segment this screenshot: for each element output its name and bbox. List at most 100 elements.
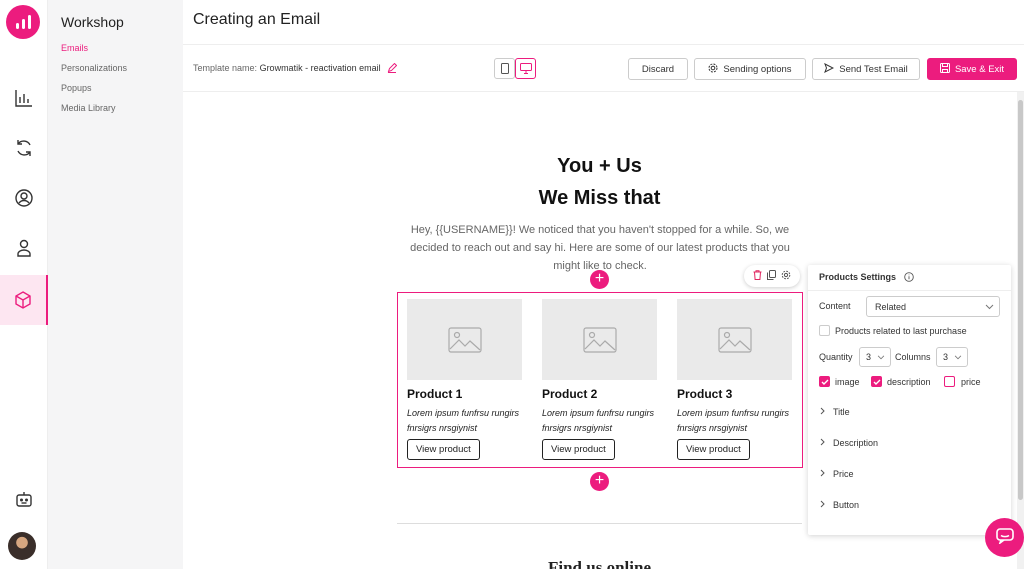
add-block-above-button[interactable]: + (590, 270, 609, 289)
save-icon (939, 62, 950, 76)
image-placeholder-icon (542, 299, 657, 380)
image-option-label: image (835, 377, 860, 387)
content-value: Related (875, 301, 907, 312)
content-select[interactable]: Related (866, 296, 1000, 317)
product-description: Lorem ipsum funfrsu rungirs fnrsigrs nrs… (677, 408, 790, 433)
info-icon[interactable] (903, 272, 914, 284)
duplicate-icon[interactable] (767, 269, 776, 283)
chat-icon (995, 528, 1014, 547)
product-description: Lorem ipsum funfrsu rungirs fnrsigrs nrs… (542, 408, 655, 433)
product-name: Product 2 (542, 387, 598, 401)
columns-select[interactable]: 3 (936, 347, 968, 367)
quantity-value: 3 (866, 352, 872, 362)
sidebar-item-popups[interactable]: Popups (61, 83, 92, 93)
sidebar-item-emails[interactable]: Emails (61, 43, 88, 53)
price-option-label: price (961, 377, 981, 387)
image-placeholder-icon (407, 299, 522, 380)
cube-icon[interactable] (0, 275, 48, 325)
chevron-down-icon (877, 352, 885, 362)
divider (808, 290, 1011, 291)
content-label: Content (819, 301, 851, 311)
price-checkbox[interactable] (944, 376, 955, 387)
columns-label: Columns (895, 352, 931, 362)
footer-heading[interactable]: Find us online (397, 558, 802, 569)
panel-title-text: Products Settings (819, 272, 897, 282)
send-icon (824, 62, 835, 76)
send-test-label: Send Test Email (839, 63, 908, 75)
page-title: Creating an Email (193, 11, 321, 28)
chevron-down-icon (954, 352, 962, 362)
accordion-button[interactable]: Button (820, 500, 859, 510)
description-option-label: description (887, 377, 931, 387)
product-card[interactable]: Product 2 Lorem ipsum funfrsu rungirs fn… (542, 299, 657, 460)
chevron-right-icon (820, 438, 825, 448)
product-name: Product 1 (407, 387, 463, 401)
user-circle-icon[interactable] (0, 173, 47, 223)
save-exit-button[interactable]: Save & Exit (927, 58, 1017, 80)
sidebar-nav: Workshop Emails Personalizations Popups … (48, 0, 183, 569)
view-product-button[interactable]: View product (677, 439, 750, 460)
block-toolbar (744, 265, 800, 287)
chevron-right-icon (820, 407, 825, 417)
chevron-down-icon (985, 302, 994, 312)
columns-value: 3 (943, 352, 949, 362)
mobile-view-button[interactable] (494, 58, 515, 79)
panel-title: Products Settings (819, 272, 914, 284)
accordion-description[interactable]: Description (820, 438, 878, 448)
person-icon[interactable] (0, 223, 47, 273)
analytics-icon[interactable] (0, 73, 47, 123)
products-settings-panel: Products Settings Content Related Produc… (808, 265, 1011, 535)
image-placeholder-icon (677, 299, 792, 380)
pencil-icon[interactable] (387, 62, 398, 75)
icon-rail (0, 0, 48, 569)
related-purchase-checkbox[interactable] (819, 325, 830, 336)
add-block-below-button[interactable]: + (590, 472, 609, 491)
email-intro-text[interactable]: Hey, {{USERNAME}}! We noticed that you h… (410, 221, 790, 275)
divider (183, 44, 1024, 45)
accordion-label: Button (833, 500, 860, 510)
product-name: Product 3 (677, 387, 733, 401)
image-checkbox[interactable] (819, 376, 830, 387)
view-product-button[interactable]: View product (542, 439, 615, 460)
sending-options-label: Sending options (723, 63, 792, 75)
product-card[interactable]: Product 1 Lorem ipsum funfrsu rungirs fn… (407, 299, 522, 460)
discard-label: Discard (641, 63, 675, 75)
sidebar-item-media-library[interactable]: Media Library (61, 103, 116, 113)
avatar[interactable] (8, 532, 36, 560)
chat-button[interactable] (985, 518, 1024, 557)
related-purchase-label: Products related to last purchase (835, 326, 967, 336)
accordion-label: Description (833, 438, 879, 448)
template-name-value: Growmatik - reactivation email (259, 63, 381, 73)
sidebar-item-personalizations[interactable]: Personalizations (61, 63, 127, 73)
settings-icon[interactable] (781, 270, 791, 283)
description-checkbox[interactable] (871, 376, 882, 387)
quantity-label: Quantity (819, 352, 853, 362)
trash-icon[interactable] (753, 269, 762, 283)
template-name: Template name: Growmatik - reactivation … (193, 62, 398, 75)
accordion-price[interactable]: Price (820, 469, 854, 479)
accordion-label: Title (833, 407, 850, 417)
quantity-select[interactable]: 3 (859, 347, 891, 367)
sync-icon[interactable] (0, 123, 47, 173)
product-card[interactable]: Product 3 Lorem ipsum funfrsu rungirs fn… (677, 299, 792, 460)
save-exit-label: Save & Exit (954, 63, 1005, 75)
desktop-view-button[interactable] (515, 58, 536, 79)
template-name-label: Template name: (193, 63, 258, 73)
app-logo[interactable] (6, 5, 40, 39)
section-title: Workshop (61, 14, 124, 30)
discard-button[interactable]: Discard (628, 58, 688, 80)
chevron-right-icon (820, 469, 825, 479)
email-heading-line1[interactable]: You + Us (397, 155, 802, 178)
send-test-email-button[interactable]: Send Test Email (812, 58, 920, 80)
chevron-right-icon (820, 500, 825, 510)
email-heading-line2[interactable]: We Miss that (397, 187, 802, 210)
email-divider (397, 523, 802, 524)
accordion-label: Price (833, 469, 854, 479)
bot-icon[interactable] (0, 475, 47, 525)
sending-options-button[interactable]: Sending options (694, 58, 806, 80)
gear-icon (708, 63, 718, 76)
product-description: Lorem ipsum funfrsu rungirs fnrsigrs nrs… (407, 408, 520, 433)
accordion-title[interactable]: Title (820, 407, 850, 417)
view-product-button[interactable]: View product (407, 439, 480, 460)
scrollbar[interactable] (1017, 92, 1024, 569)
